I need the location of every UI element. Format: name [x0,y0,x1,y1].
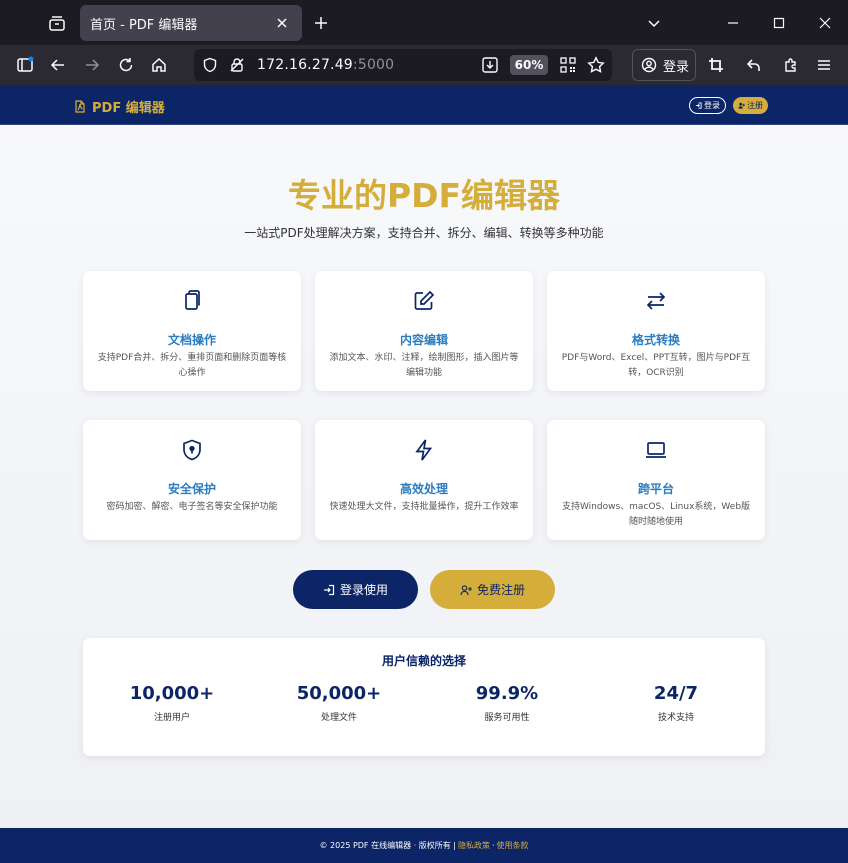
feature-card-convert[interactable]: 格式转换 PDF与Word、Excel、PPT互转，图片与PDF互转，OCR识别 [547,271,765,391]
browser-tab-active[interactable]: 首页 - PDF 编辑器 [80,5,302,41]
footer-copyright: © 2025 PDF 在线编辑器 · 版权所有 | [319,841,456,850]
feature-title: 内容编辑 [399,333,448,347]
brand-name: PDF 编辑器 [92,101,165,116]
url-text[interactable]: 172.16.27.49:5000 [257,57,394,73]
stat-processed-files: 50,000+ 处理文件 [264,683,414,723]
stat-availability: 99.9% 服务可用性 [432,683,582,723]
stat-value: 10,000+ [129,683,215,704]
feature-card-performance[interactable]: 高效处理 快速处理大文件，支持批量操作，提升工作效率 [315,420,533,540]
user-plus-icon [460,584,472,595]
hero-title: 专业的PDF编辑器 [287,176,561,215]
login-icon [323,584,335,595]
stat-value: 50,000+ [296,683,382,704]
header-register-button[interactable]: 注册 [733,97,768,114]
tab-title: 首页 - PDF 编辑器 [90,17,198,33]
browser-nav-bar: 172.16.27.49:5000 60% 登录 [0,45,848,85]
feature-card-security[interactable]: 安全保护 密码加密、解密、电子签名等安全保护功能 [83,420,301,540]
page-viewport: PDF 编辑器 登录 注册 专业的PDF编辑器 一站式PDF处理解决方案，支持合… [0,85,848,863]
feature-title: 文档操作 [167,333,216,347]
stats-panel: 用户信赖的选择 10,000+ 注册用户 50,000+ 处理文件 99.9% … [83,638,765,756]
sidebar-toggle-icon[interactable] [12,52,38,78]
stat-label: 处理文件 [320,713,357,723]
footer-privacy-link[interactable]: 隐私政策 [458,840,490,851]
home-icon[interactable] [146,52,172,78]
insecure-lock-icon[interactable] [229,57,245,77]
edit-icon [414,290,435,310]
shield-lock-icon [183,439,201,461]
url-port: :5000 [352,57,395,73]
account-login-label: 登录 [663,59,690,75]
tab-list-icon[interactable] [44,10,70,36]
feature-card-document[interactable]: 文档操作 支持PDF合并、拆分、重排页面和删除页面等核心操作 [83,271,301,391]
stat-value: 99.9% [475,683,539,704]
feature-desc: 快速处理大文件，支持批量操作，提升工作效率 [329,502,519,512]
url-host: 172.16.27.49 [257,57,353,73]
undo-arrow-icon[interactable] [741,52,767,78]
close-icon[interactable] [272,13,292,33]
site-header: PDF 编辑器 登录 注册 [0,85,848,125]
extensions-puzzle-icon[interactable] [778,52,804,78]
cta-login-label: 登录使用 [339,583,388,597]
feature-desc: 支持PDF合并、拆分、重排页面和删除页面等核心操作 [97,353,287,378]
feature-desc: PDF与Word、Excel、PPT互转，图片与PDF互转，OCR识别 [561,353,751,378]
browser-tab-bar: 首页 - PDF 编辑器 [0,0,848,45]
bookmark-star-icon[interactable] [587,56,605,78]
reload-icon[interactable] [113,52,139,78]
screenshot-crop-icon[interactable] [703,52,729,78]
site-footer: © 2025 PDF 在线编辑器 · 版权所有 | 隐私政策 · 使用条款 [0,828,848,863]
footer-separator: · [491,841,495,850]
hamburger-menu-icon[interactable] [811,52,837,78]
stat-registered-users: 10,000+ 注册用户 [97,683,247,723]
feature-desc: 密码加密、解密、电子签名等安全保护功能 [106,502,278,512]
stat-label: 技术支持 [657,713,694,723]
feature-desc: 支持Windows、macOS、Linux系统，Web版随时随地使用 [561,502,751,527]
cta-register-button[interactable]: 免费注册 [430,570,555,609]
stat-value: 24/7 [653,683,699,704]
laptop-icon [646,442,666,458]
user-plus-icon [738,102,745,109]
download-icon[interactable] [481,56,499,78]
pdf-file-icon [75,100,85,113]
maximize-icon[interactable] [764,8,794,38]
files-icon [185,290,200,310]
new-tab-plus-icon[interactable] [308,10,334,36]
account-login-button[interactable]: 登录 [632,49,696,81]
stat-support: 24/7 技术支持 [601,683,751,723]
chevron-down-icon[interactable] [639,8,669,38]
forward-arrow-icon[interactable] [79,52,105,78]
url-bar[interactable]: 172.16.27.49:5000 60% [194,49,612,81]
header-login-button[interactable]: 登录 [689,97,726,114]
hero-subtitle: 一站式PDF处理解决方案，支持合并、拆分、编辑、转换等多种功能 [244,226,604,240]
stat-label: 服务可用性 [484,713,530,723]
footer-terms-link[interactable]: 使用条款 [497,840,529,851]
lightning-icon [415,439,433,461]
header-register-label: 注册 [747,101,763,110]
feature-desc: 添加文本、水印、注释，绘制图形，插入图片等编辑功能 [329,353,519,378]
feature-title: 高效处理 [399,482,448,496]
brand-logo[interactable]: PDF 编辑器 [74,97,165,116]
feature-title: 安全保护 [167,482,216,496]
feature-card-cross-platform[interactable]: 跨平台 支持Windows、macOS、Linux系统，Web版随时随地使用 [547,420,765,540]
login-icon [695,102,702,109]
back-arrow-icon[interactable] [45,52,71,78]
zoom-level-badge[interactable]: 60% [510,55,548,75]
header-login-label: 登录 [704,101,720,110]
cta-register-label: 免费注册 [476,583,525,597]
feature-card-edit[interactable]: 内容编辑 添加文本、水印、注释，绘制图形，插入图片等编辑功能 [315,271,533,391]
arrows-exchange-icon [646,292,666,310]
stats-title: 用户信赖的选择 [381,654,466,668]
stat-label: 注册用户 [153,713,190,723]
tracking-shield-icon[interactable] [202,57,218,77]
feature-title: 格式转换 [631,333,680,347]
feature-title: 跨平台 [637,482,674,496]
cta-login-button[interactable]: 登录使用 [293,570,418,609]
qr-code-icon[interactable] [560,57,576,77]
window-close-icon[interactable] [810,8,840,38]
account-icon [641,57,657,73]
minimize-icon[interactable] [718,8,748,38]
